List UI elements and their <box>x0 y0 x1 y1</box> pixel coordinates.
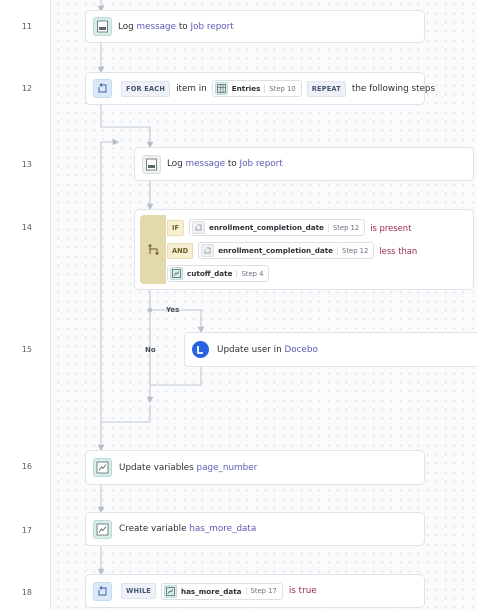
while-keyword: WHILE <box>121 583 156 599</box>
variable-chip[interactable]: has_more_data <box>189 524 256 534</box>
reference-step: Step 10 <box>264 84 296 93</box>
docebo-logo-icon <box>192 341 209 358</box>
condition-row-3: cutoff_date Step 4 <box>167 265 270 282</box>
loop-icon <box>93 581 112 601</box>
target-link[interactable]: Job report <box>191 22 234 32</box>
line-number: 17 <box>21 526 32 535</box>
branch-icon <box>147 243 159 256</box>
reference-step: Step 4 <box>236 269 263 278</box>
condition-row-1: IF enrollment_completion_date Step 12 is… <box>167 219 411 236</box>
step-action: Update user in <box>217 344 282 355</box>
app-link[interactable]: Docebo <box>284 345 317 355</box>
step-15-card[interactable]: Update user in Docebo <box>184 332 477 367</box>
log-icon <box>93 17 112 36</box>
line-number: 15 <box>21 345 32 354</box>
condition-operator[interactable]: is present <box>370 223 411 233</box>
variable-chip[interactable]: message <box>186 159 226 169</box>
table-icon <box>214 82 228 95</box>
reference-step: Step 12 <box>337 246 368 255</box>
step-16-card[interactable]: Update variables page_number <box>85 450 425 485</box>
condition-operator[interactable]: is true <box>289 586 317 596</box>
variable-icon <box>163 584 177 598</box>
for-each-keyword: FOR EACH <box>121 80 171 97</box>
step-action: Log <box>167 159 183 169</box>
log-icon <box>142 154 161 174</box>
line-number: 13 <box>21 160 32 169</box>
target-link[interactable]: Job report <box>240 159 283 169</box>
step-17-card[interactable]: Create variable has_more_data <box>85 512 425 546</box>
line-number: 16 <box>21 462 32 471</box>
repeat-keyword: REPEAT <box>306 80 346 97</box>
no-branch-label: No <box>145 346 156 354</box>
branch-bar <box>140 215 166 284</box>
condition-reference[interactable]: enrollment_completion_date Step 12 <box>188 219 366 236</box>
step-connector: to <box>227 159 237 169</box>
condition-row-2: AND enrollment_completion_date Step 12 l… <box>167 242 417 259</box>
condition-reference[interactable]: enrollment_completion_date Step 12 <box>198 242 375 259</box>
line-number: 18 <box>21 588 32 597</box>
step-11-card[interactable]: Log message to Job report <box>85 10 425 43</box>
step-text: item in <box>176 83 207 94</box>
step-action: Update variables <box>119 462 194 473</box>
condition-reference[interactable]: has_more_data Step 17 <box>160 582 283 600</box>
step-text: the following steps <box>351 83 436 94</box>
reference-step: Step 12 <box>327 223 359 232</box>
if-keyword: IF <box>167 219 184 236</box>
entries-reference[interactable]: Entries Step 10 <box>211 80 302 97</box>
yes-branch-label: Yes <box>166 306 180 314</box>
reference-name: Entries <box>231 84 261 93</box>
reference-step: Step 17 <box>245 587 277 595</box>
step-action: Log <box>118 21 134 32</box>
reference-name: has_more_data <box>180 586 242 596</box>
condition-reference[interactable]: cutoff_date Step 4 <box>167 265 270 282</box>
variable-icon <box>170 267 183 280</box>
loop-icon <box>191 221 205 234</box>
condition-operator[interactable]: less than <box>379 246 417 256</box>
line-number: 12 <box>21 84 32 93</box>
reference-name: enrollment_completion_date <box>208 223 324 232</box>
variable-icon <box>93 519 112 539</box>
and-keyword: AND <box>167 242 194 259</box>
step-connector: to <box>178 21 188 32</box>
step-18-card[interactable]: WHILE has_more_data Step 17 is true <box>85 574 425 608</box>
step-12-card[interactable]: FOR EACH item in Entries Step 10 REPEAT … <box>85 72 435 105</box>
step-13-card[interactable]: Log message to Job report <box>134 147 474 181</box>
step-action: Create variable <box>119 524 187 534</box>
variable-icon <box>93 458 112 477</box>
line-number: 14 <box>21 223 32 232</box>
variable-chip[interactable]: page_number <box>197 463 258 473</box>
reference-name: enrollment_completion_date <box>218 246 334 255</box>
loop-icon <box>93 79 112 98</box>
loop-icon <box>201 244 215 257</box>
line-number: 11 <box>21 22 32 31</box>
reference-name: cutoff_date <box>187 269 233 278</box>
variable-chip[interactable]: message <box>137 22 177 32</box>
